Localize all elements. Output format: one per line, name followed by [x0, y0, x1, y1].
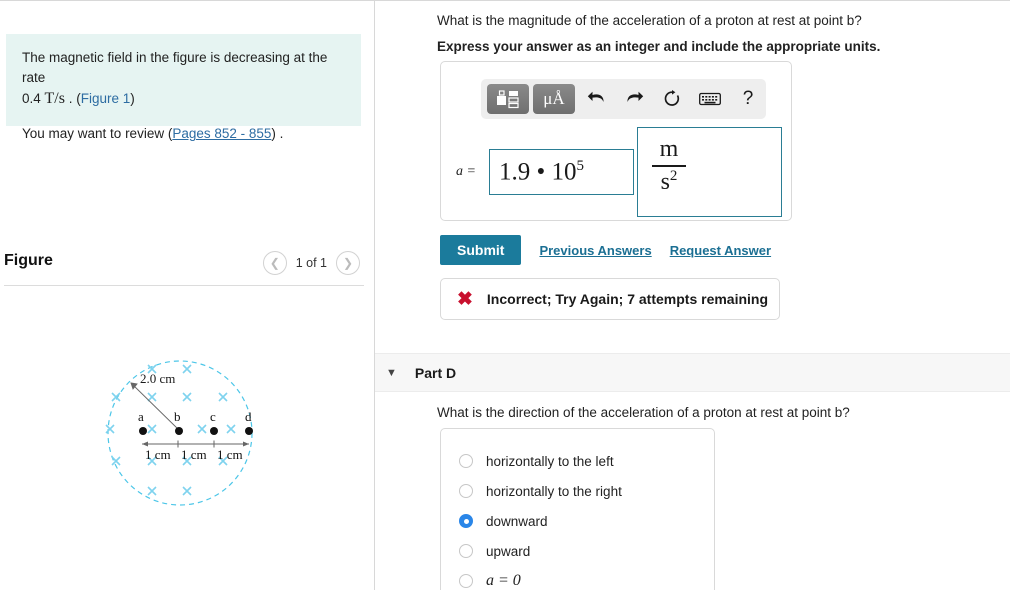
- figure-prev-button[interactable]: ❮: [262, 251, 287, 275]
- pages-review-link[interactable]: Pages 852 - 855: [172, 126, 271, 141]
- radio-button[interactable]: [459, 544, 473, 558]
- units-numerator: m: [659, 136, 679, 162]
- point-a-dot: [139, 427, 147, 435]
- figure-title: Figure: [4, 252, 53, 269]
- statement-text-c: . (: [64, 91, 81, 107]
- units-denominator-base: s: [660, 168, 670, 195]
- figure-diagram[interactable]: 2.0 cm a b c d 1 cm 1 cm 1 cm: [90, 351, 290, 526]
- feedback-banner: ✖ Incorrect; Try Again; 7 attempts remai…: [440, 278, 780, 320]
- point-b-dot: [175, 427, 183, 435]
- units-icon[interactable]: μÅ: [533, 84, 575, 114]
- reset-icon[interactable]: [655, 84, 689, 114]
- measure-arrow-right: [243, 441, 249, 447]
- dimension-label-bc: 1 cm: [181, 447, 207, 462]
- statement-text-d: ): [130, 91, 135, 107]
- answer-mantissa: 1.9 • 10: [499, 158, 577, 186]
- page-root: The magnetic field in the figure is decr…: [0, 0, 1010, 590]
- statement-text-a: The magnetic field in the figure is decr…: [22, 50, 328, 85]
- answer-row: a = 1.9 • 105 m s2: [451, 127, 791, 217]
- point-b-label: b: [174, 409, 181, 424]
- submit-row: Submit Previous Answers Request Answer: [440, 235, 771, 265]
- keyboard-icon[interactable]: [693, 84, 727, 114]
- help-glyph: ?: [742, 88, 754, 109]
- choice-option[interactable]: a = 0: [441, 566, 714, 590]
- figure-divider: [4, 285, 364, 286]
- undo-icon[interactable]: [579, 84, 613, 114]
- math-toolbar: μÅ ?: [481, 79, 766, 119]
- answer-value-input[interactable]: 1.9 • 105: [489, 149, 634, 195]
- review-text-a: You may want to review (: [22, 126, 173, 142]
- review-text-b: ) .: [271, 126, 284, 142]
- choice-label: horizontally to the right: [486, 483, 622, 499]
- units-icon-label: μÅ: [543, 89, 565, 108]
- redo-icon[interactable]: [617, 84, 651, 114]
- part-d-choices: horizontally to the left horizontally to…: [440, 428, 715, 590]
- radio-button[interactable]: [459, 454, 473, 468]
- choice-label: a = 0: [486, 572, 521, 589]
- figure-pager: ❮ 1 of 1 ❯: [262, 251, 360, 275]
- left-panel: The magnetic field in the figure is decr…: [0, 0, 374, 590]
- reset-glyph: [664, 90, 680, 106]
- statement-rate-value: 0.4: [22, 91, 45, 107]
- part-d-title: Part D: [414, 364, 457, 381]
- units-fraction-bar: [652, 165, 686, 167]
- submit-button[interactable]: Submit: [440, 235, 522, 265]
- redo-glyph: [626, 91, 643, 102]
- cross-mark-icon: ✖: [457, 288, 473, 310]
- keyboard-glyph: [699, 92, 721, 106]
- answer-exponent: 5: [576, 157, 585, 174]
- choice-option[interactable]: upward: [441, 536, 714, 566]
- radius-label: 2.0 cm: [140, 371, 175, 386]
- choice-option[interactable]: horizontally to the left: [441, 446, 714, 476]
- part-d-question: What is the direction of the acceleratio…: [437, 405, 850, 420]
- math-template-icon[interactable]: [487, 84, 529, 114]
- figure-header: Figure ❮ 1 of 1 ❯: [0, 249, 374, 287]
- problem-statement-line-1: The magnetic field in the figure is decr…: [22, 48, 345, 110]
- answer-entry-card: μÅ ? a = 1.9 • 105 m s2: [440, 61, 792, 221]
- help-icon[interactable]: ?: [731, 84, 765, 114]
- units-fraction: m s2: [652, 136, 686, 195]
- choice-option[interactable]: downward: [441, 506, 714, 536]
- point-d-dot: [245, 427, 253, 435]
- problem-statement-line-2: You may want to review (Pages 852 - 855)…: [22, 124, 345, 144]
- measure-arrow-left: [142, 441, 148, 447]
- dimension-label-ab: 1 cm: [145, 447, 171, 462]
- radio-button[interactable]: [459, 484, 473, 498]
- chevron-right-icon: ❯: [342, 256, 354, 270]
- choice-option[interactable]: horizontally to the right: [441, 476, 714, 506]
- part-c-question: What is the magnitude of the acceleratio…: [437, 13, 862, 28]
- answer-value-text: 1.9 • 105: [499, 158, 584, 186]
- figure-svg: 2.0 cm a b c d 1 cm 1 cm 1 cm: [105, 360, 253, 506]
- radio-button-selected[interactable]: [459, 514, 473, 528]
- part-c-instruction: Express your answer as an integer and in…: [437, 39, 881, 54]
- part-d-header[interactable]: ▼ Part D: [375, 353, 1010, 392]
- point-d-label: d: [245, 409, 252, 424]
- dimension-label-cd: 1 cm: [217, 447, 243, 462]
- chevron-left-icon: ❮: [269, 256, 280, 270]
- choice-label: downward: [486, 513, 548, 529]
- right-panel: What is the magnitude of the acceleratio…: [375, 0, 1010, 590]
- units-denominator: s2: [652, 167, 686, 195]
- figure-next-button[interactable]: ❯: [336, 251, 360, 275]
- previous-answers-link[interactable]: Previous Answers: [539, 243, 651, 258]
- template-glyph: [497, 90, 519, 109]
- units-denominator-exp: 2: [669, 167, 678, 184]
- request-answer-link[interactable]: Request Answer: [670, 243, 771, 258]
- feedback-message: Incorrect; Try Again; 7 attempts remaini…: [486, 291, 769, 307]
- figure-1-link[interactable]: Figure 1: [81, 91, 131, 106]
- point-c-label: c: [210, 409, 216, 424]
- statement-rate-unit: T/s: [44, 90, 65, 108]
- radio-button[interactable]: [459, 574, 473, 588]
- point-c-dot: [210, 427, 218, 435]
- choice-label: upward: [486, 543, 531, 559]
- choice-label: horizontally to the left: [486, 453, 614, 469]
- point-a-label: a: [138, 409, 144, 424]
- problem-statement-box: The magnetic field in the figure is decr…: [6, 34, 361, 141]
- answer-units-input[interactable]: m s2: [637, 127, 782, 217]
- undo-glyph: [587, 91, 604, 102]
- caret-down-icon[interactable]: ▼: [386, 367, 397, 379]
- answer-variable-label: a =: [456, 164, 476, 179]
- figure-page-label: 1 of 1: [295, 256, 327, 270]
